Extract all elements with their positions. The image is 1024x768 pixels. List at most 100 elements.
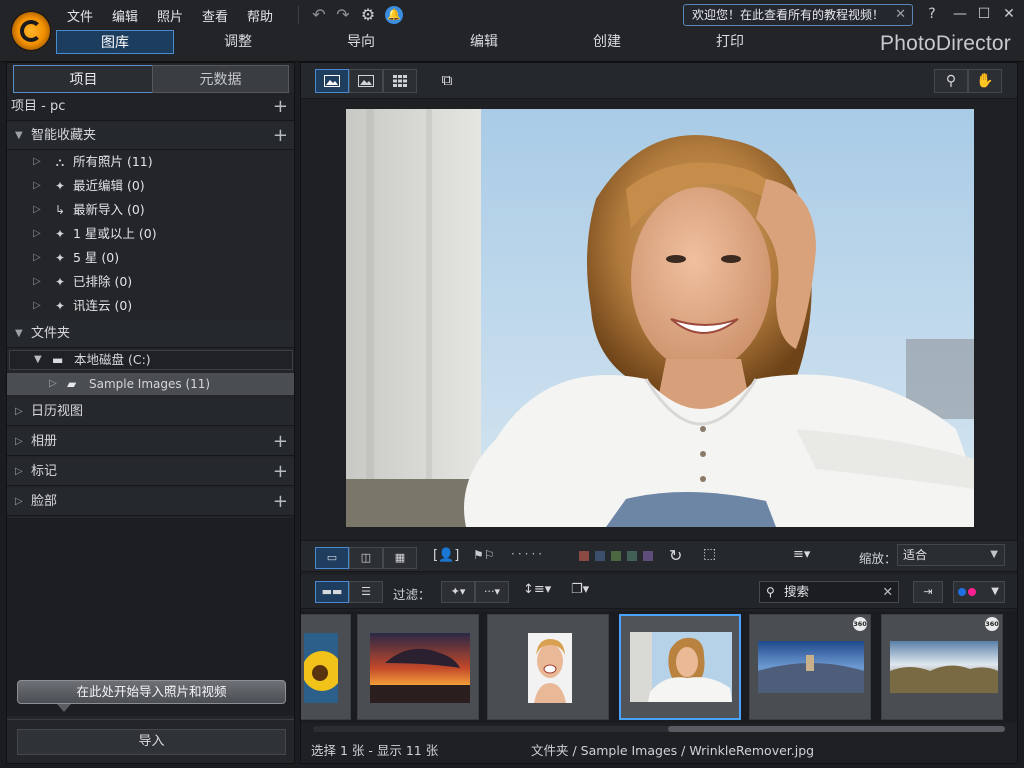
filmstrip-scrollbar[interactable] bbox=[313, 726, 1005, 732]
rotate-icon[interactable]: ↻ bbox=[669, 546, 682, 565]
stack-icon[interactable]: ❐▾ bbox=[571, 582, 589, 597]
section-smart-collections[interactable]: ▼ 智能收藏夹 + bbox=[7, 122, 294, 150]
clear-search-icon[interactable]: ✕ bbox=[883, 582, 893, 602]
nav-tab-adjust[interactable]: 调整 bbox=[190, 30, 286, 54]
menu-view[interactable]: 查看 bbox=[202, 6, 228, 25]
menu-edit[interactable]: 编辑 bbox=[112, 6, 138, 25]
collapse-arrow-icon[interactable]: ▼ bbox=[34, 351, 42, 369]
star-rating-dots[interactable]: ····· bbox=[511, 547, 545, 561]
grid-view-button[interactable] bbox=[383, 69, 417, 93]
export-button[interactable]: ⇥ bbox=[913, 581, 943, 603]
add-face-icon[interactable]: + bbox=[273, 488, 288, 515]
color-label-red[interactable] bbox=[579, 551, 589, 561]
welcome-close-icon[interactable]: ✕ bbox=[895, 5, 906, 25]
zoom-tool-button[interactable]: ⚲ bbox=[934, 69, 968, 93]
dual-view-button[interactable]: ◫ bbox=[349, 547, 383, 569]
photo-preview[interactable] bbox=[346, 109, 974, 527]
nav-tab-guided[interactable]: 导向 bbox=[313, 30, 409, 54]
section-albums[interactable]: ▷ 相册 + bbox=[7, 428, 294, 456]
sort-order-icon[interactable]: ↕≡▾ bbox=[523, 582, 551, 597]
expand-arrow-icon[interactable]: ▷ bbox=[33, 270, 41, 294]
filter-options-dropdown[interactable]: ···▾ bbox=[475, 581, 509, 603]
thumbnail-woman-smile[interactable] bbox=[487, 614, 609, 720]
color-label-teal[interactable] bbox=[627, 551, 637, 561]
crop-frame-icon[interactable]: ⬚ bbox=[703, 546, 716, 562]
nav-tab-print[interactable]: 打印 bbox=[682, 30, 778, 54]
expand-arrow-icon[interactable]: ▷ bbox=[33, 222, 41, 246]
thumbnail-sunset[interactable] bbox=[357, 614, 479, 720]
close-button[interactable]: ✕ bbox=[999, 4, 1019, 24]
settings-gear-icon[interactable]: ⚙ bbox=[359, 6, 377, 24]
smart-item-excluded[interactable]: ▷ ✦ 已排除 (0) bbox=[7, 270, 294, 294]
second-monitor-icon[interactable]: ⧉ bbox=[435, 71, 459, 91]
search-input[interactable]: ⚲ 搜索 ✕ bbox=[759, 581, 899, 603]
flag-icon[interactable]: ⚑⚐ bbox=[473, 548, 495, 562]
expand-arrow-icon[interactable]: ▷ bbox=[33, 246, 41, 270]
undo-icon[interactable]: ↶ bbox=[310, 6, 328, 24]
expand-arrow-icon[interactable]: ▷ bbox=[33, 198, 41, 222]
tab-metadata[interactable]: 元数据 bbox=[152, 65, 289, 93]
expand-arrow-icon[interactable]: ▷ bbox=[15, 458, 23, 485]
list-view-button[interactable]: ☰ bbox=[349, 581, 383, 603]
smart-item-all-photos[interactable]: ▷ ⛬ 所有照片 (11) bbox=[7, 150, 294, 174]
add-smart-collection-icon[interactable]: + bbox=[273, 122, 288, 149]
smart-item-recent-imports[interactable]: ▷ ↳ 最新导入 (0) bbox=[7, 198, 294, 222]
redo-icon[interactable]: ↷ bbox=[334, 6, 352, 24]
nav-tab-edit[interactable]: 编辑 bbox=[436, 30, 532, 54]
smart-item-recent-edits[interactable]: ▷ ✦ 最近编辑 (0) bbox=[7, 174, 294, 198]
thumbnail-panorama-2[interactable]: 360 bbox=[881, 614, 1003, 720]
menu-help[interactable]: 帮助 bbox=[247, 6, 273, 25]
single-view-button[interactable]: ▭ bbox=[315, 547, 349, 569]
folder-sample-images[interactable]: ▷ ▰ Sample Images (11) bbox=[7, 373, 294, 395]
section-folders[interactable]: ▼ 文件夹 bbox=[7, 320, 294, 348]
thumbnail-sunflower[interactable] bbox=[301, 614, 351, 720]
add-tag-icon[interactable]: + bbox=[273, 458, 288, 485]
thumbnail-view-button[interactable]: ▬▬ bbox=[315, 581, 349, 603]
color-label-blue[interactable] bbox=[595, 551, 605, 561]
scrollbar-thumb[interactable] bbox=[668, 726, 1005, 732]
expand-arrow-icon[interactable]: ▷ bbox=[15, 488, 23, 515]
notification-bell-icon[interactable]: 🔔 bbox=[385, 6, 403, 24]
color-label-green[interactable] bbox=[611, 551, 621, 561]
expand-arrow-icon[interactable]: ▷ bbox=[33, 150, 41, 174]
photodirector-logo[interactable] bbox=[10, 10, 52, 52]
expand-arrow-icon[interactable]: ▷ bbox=[33, 174, 41, 198]
minimize-button[interactable]: — bbox=[950, 4, 970, 24]
section-tags[interactable]: ▷ 标记 + bbox=[7, 458, 294, 486]
menu-photo[interactable]: 照片 bbox=[157, 6, 183, 25]
folder-local-disk[interactable]: ▼ ▬ 本地磁盘 (C:) bbox=[9, 350, 293, 370]
flickr-share-button[interactable]: ▼ bbox=[953, 581, 1005, 603]
expand-arrow-icon[interactable]: ▷ bbox=[15, 398, 23, 425]
pan-tool-button[interactable]: ✋ bbox=[968, 69, 1002, 93]
thumbnail-panorama-1[interactable]: 360 bbox=[749, 614, 871, 720]
nav-tab-library[interactable]: 图库 bbox=[56, 30, 174, 54]
tab-project[interactable]: 项目 bbox=[13, 65, 154, 93]
smart-item-cyberlink-cloud[interactable]: ▷ ✦ 讯连云 (0) bbox=[7, 294, 294, 318]
nav-tab-create[interactable]: 创建 bbox=[559, 30, 655, 54]
compare-view-button[interactable] bbox=[349, 69, 383, 93]
add-project-icon[interactable]: + bbox=[273, 93, 288, 120]
add-album-icon[interactable]: + bbox=[273, 428, 288, 455]
filter-type-dropdown[interactable]: ✦▾ bbox=[441, 581, 475, 603]
welcome-tutorial-banner[interactable]: 欢迎您！在此查看所有的教程视频！ ✕ bbox=[683, 4, 913, 26]
face-tag-icon[interactable]: [👤] bbox=[433, 548, 459, 563]
smart-item-one-star[interactable]: ▷ ✦ 1 星或以上 (0) bbox=[7, 222, 294, 246]
collapse-arrow-icon[interactable]: ▼ bbox=[15, 122, 23, 149]
color-label-purple[interactable] bbox=[643, 551, 653, 561]
section-faces[interactable]: ▷ 脸部 + bbox=[7, 488, 294, 516]
collapse-arrow-icon[interactable]: ▼ bbox=[15, 320, 23, 347]
multi-view-button[interactable]: ▦ bbox=[383, 547, 417, 569]
smart-item-five-star[interactable]: ▷ ✦ 5 星 (0) bbox=[7, 246, 294, 270]
expand-arrow-icon[interactable]: ▷ bbox=[49, 373, 57, 395]
thumbnail-woman-portrait-selected[interactable] bbox=[619, 614, 741, 720]
maximize-button[interactable]: ☐ bbox=[974, 4, 994, 24]
sort-menu-icon[interactable]: ≡▾ bbox=[793, 547, 810, 562]
help-button[interactable]: ? bbox=[922, 4, 942, 24]
expand-arrow-icon[interactable]: ▷ bbox=[15, 428, 23, 455]
loupe-view-button[interactable] bbox=[315, 69, 349, 93]
expand-arrow-icon[interactable]: ▷ bbox=[33, 294, 41, 318]
import-button[interactable]: 导入 bbox=[17, 729, 286, 755]
section-calendar-view[interactable]: ▷ 日历视图 bbox=[7, 398, 294, 426]
menu-file[interactable]: 文件 bbox=[67, 6, 93, 25]
zoom-dropdown[interactable]: 适合 ▼ bbox=[897, 544, 1005, 566]
